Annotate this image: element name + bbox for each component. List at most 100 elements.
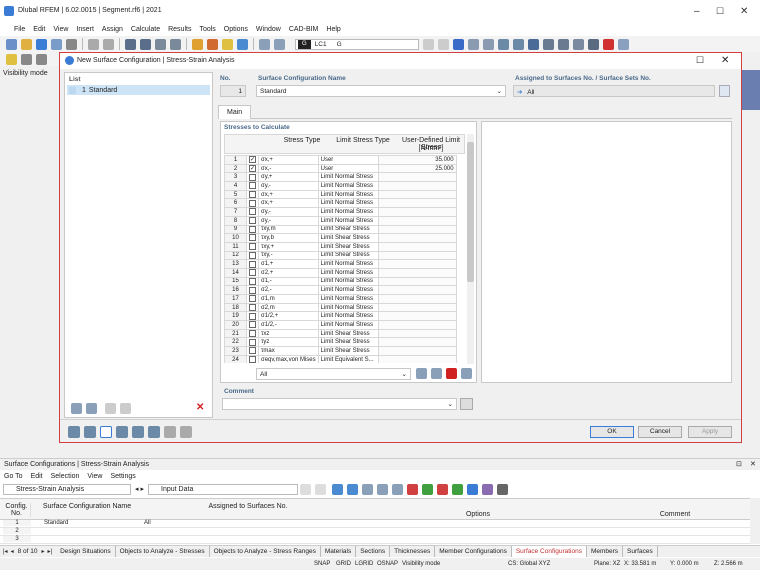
comment-field[interactable]: ⌄: [222, 398, 457, 410]
deform-icon[interactable]: [498, 38, 509, 50]
first-page-icon[interactable]: |◂: [3, 548, 8, 555]
function-icon[interactable]: [180, 426, 192, 438]
stress-row-checkbox[interactable]: [246, 189, 259, 200]
checkbox-icon[interactable]: [249, 182, 256, 190]
table-tool-8-icon[interactable]: [437, 483, 449, 495]
sheet-tab[interactable]: Sections: [356, 546, 391, 557]
limit-stress-type[interactable]: Limit Normal Stress: [317, 302, 379, 313]
status-visibility[interactable]: Visibility mode: [402, 561, 440, 567]
menu-item[interactable]: Assign: [102, 26, 123, 33]
select-icon[interactable]: [558, 38, 569, 50]
stress-row-checkbox[interactable]: [246, 198, 259, 209]
limit-stress-type[interactable]: User: [317, 163, 379, 174]
module-select[interactable]: Stress-Strain Analysis: [3, 483, 131, 495]
sheet-tab[interactable]: Materials: [321, 546, 357, 557]
apply-button[interactable]: Apply: [688, 426, 732, 438]
table-search-icon[interactable]: [497, 483, 509, 495]
undo-icon[interactable]: [88, 38, 99, 50]
load-case-select[interactable]: G LC1 G: [295, 38, 419, 50]
stress-row[interactable]: 7 σy,- Limit Normal Stress: [224, 207, 457, 217]
stress-row[interactable]: 9 τxy,m Limit Shear Stress: [224, 224, 457, 235]
checkbox-icon[interactable]: [249, 225, 256, 233]
user-limit-value[interactable]: [377, 285, 457, 295]
load-icon[interactable]: [192, 38, 203, 50]
result-icon[interactable]: [222, 38, 233, 50]
limit-stress-type[interactable]: Limit Normal Stress: [317, 207, 379, 217]
stress-row-checkbox[interactable]: [246, 233, 259, 243]
stress-row[interactable]: 23 τmax Limit Shear Stress: [224, 346, 457, 356]
render-icon[interactable]: [528, 38, 539, 50]
stress-row-checkbox[interactable]: [246, 241, 259, 252]
dialog-close-icon[interactable]: ✕: [721, 55, 729, 66]
stress-row-checkbox[interactable]: [246, 267, 259, 278]
stress-row[interactable]: 11 τxy,+ Limit Shear Stress: [224, 241, 457, 252]
results-icon[interactable]: [453, 38, 464, 50]
table-tool-10-icon[interactable]: [467, 483, 479, 495]
table-delete-icon[interactable]: [446, 368, 457, 379]
prev-page-icon[interactable]: ◂: [11, 548, 14, 555]
menu-item[interactable]: Help: [326, 26, 340, 33]
table-scroll-thumb[interactable]: [467, 142, 474, 282]
checkbox-icon[interactable]: [249, 330, 256, 337]
user-limit-value[interactable]: [377, 198, 457, 209]
menu-item[interactable]: Calculate: [131, 26, 160, 33]
config-table-scrollbar[interactable]: [750, 498, 760, 544]
table-tool-11-icon[interactable]: [482, 483, 494, 495]
stress-row-checkbox[interactable]: [246, 311, 259, 322]
limit-stress-type[interactable]: Limit Shear Stress: [317, 250, 379, 261]
stress-row[interactable]: 20 σ1/2,- Limit Normal Stress: [224, 320, 457, 330]
limit-stress-type[interactable]: Limit Shear Stress: [317, 346, 379, 356]
measure-icon[interactable]: [543, 38, 554, 50]
table-tool-2-icon[interactable]: [347, 483, 359, 495]
user-limit-value[interactable]: [377, 189, 457, 200]
user-limit-value[interactable]: [377, 233, 457, 243]
limit-stress-type[interactable]: Limit Shear Stress: [317, 337, 379, 348]
sheet-tab[interactable]: Design Situations: [56, 546, 116, 557]
stress-row-checkbox[interactable]: [246, 172, 259, 183]
status-osnap[interactable]: OSNAP: [377, 561, 398, 567]
delete-icon[interactable]: ✕: [196, 402, 204, 413]
stop-icon[interactable]: [603, 38, 614, 50]
stress-row-checkbox[interactable]: [246, 354, 259, 363]
next-icon[interactable]: ▸: [141, 485, 145, 493]
section-icon[interactable]: [170, 38, 181, 50]
checkbox-icon[interactable]: ✓: [249, 156, 256, 164]
color-icon[interactable]: [100, 426, 112, 438]
checkbox-icon[interactable]: ✓: [249, 165, 256, 172]
stress-row-checkbox[interactable]: [246, 320, 259, 330]
save-icon[interactable]: [36, 38, 47, 50]
stress-row[interactable]: 21 τxz Limit Shear Stress: [224, 328, 457, 339]
menu-item[interactable]: Options: [224, 26, 248, 33]
bottom-menu-item[interactable]: Edit: [31, 473, 43, 480]
limit-stress-type[interactable]: Limit Normal Stress: [317, 189, 379, 200]
axis-icon[interactable]: [468, 38, 479, 50]
checkbox-icon[interactable]: [249, 286, 256, 294]
stress-row-checkbox[interactable]: [246, 276, 259, 287]
menu-item[interactable]: Insert: [76, 26, 94, 33]
pen-icon[interactable]: [21, 53, 32, 65]
limit-stress-type[interactable]: Limit Normal Stress: [317, 181, 379, 191]
user-limit-value[interactable]: 35.000: [377, 155, 457, 165]
stress-row-checkbox[interactable]: [246, 207, 259, 217]
limit-stress-type[interactable]: Limit Normal Stress: [317, 259, 379, 269]
user-limit-value[interactable]: [377, 267, 457, 278]
stress-row[interactable]: 13 σ1,+ Limit Normal Stress: [224, 259, 457, 269]
checkbox-icon[interactable]: [249, 191, 256, 198]
new-item-icon[interactable]: [71, 403, 82, 414]
user-limit-value[interactable]: [377, 320, 457, 330]
stress-row-checkbox[interactable]: [246, 250, 259, 261]
tab-main[interactable]: Main: [218, 105, 252, 119]
checkbox-icon[interactable]: [249, 312, 256, 320]
bottom-menu-item[interactable]: Go To: [4, 473, 23, 480]
limit-stress-type[interactable]: Limit Normal Stress: [317, 267, 379, 278]
star-icon[interactable]: [6, 53, 17, 65]
list-item-standard[interactable]: 1 Standard: [67, 85, 210, 95]
cancel-button[interactable]: Cancel: [638, 426, 682, 438]
bottom-menu-item[interactable]: View: [87, 473, 102, 480]
next-page-icon[interactable]: ▸: [41, 548, 44, 555]
table-tool-4-icon[interactable]: [377, 483, 389, 495]
panel-pin-icon[interactable]: ⊡: [736, 460, 742, 468]
uncheck-item-icon[interactable]: [120, 403, 131, 414]
render-view-icon[interactable]: [132, 426, 144, 438]
limit-stress-type[interactable]: Limit Shear Stress: [317, 233, 379, 243]
